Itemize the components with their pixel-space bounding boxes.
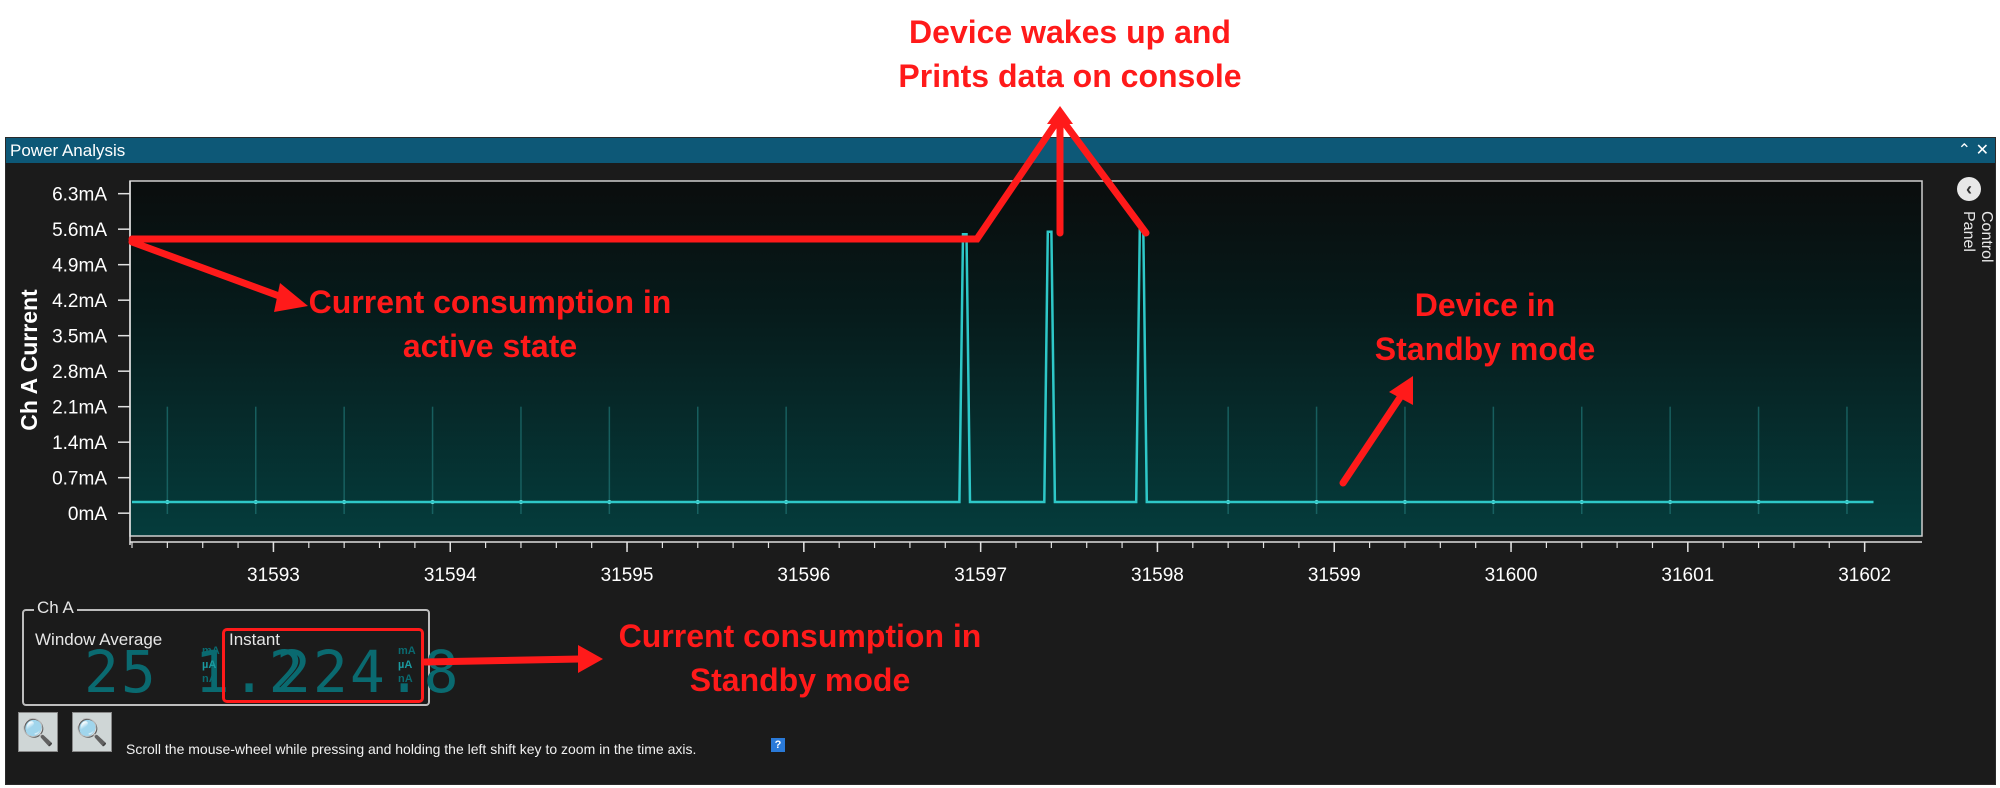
annotation-standby-device: Device in Standby mode xyxy=(1310,283,1660,371)
annotation-active-line2: active state xyxy=(402,328,578,364)
annotation-active-line1: Current consumption in xyxy=(308,284,672,320)
arrowhead-wake xyxy=(1047,106,1073,124)
x-tick-label: 31593 xyxy=(247,565,300,586)
y-tick-label: 5.6mA xyxy=(52,220,107,241)
y-tick-label: 1.4mA xyxy=(52,433,107,454)
annotation-wake: Device wakes up and Prints data on conso… xyxy=(870,10,1270,98)
y-tick-label: 4.9mA xyxy=(52,256,107,277)
x-tick-label: 31599 xyxy=(1308,565,1361,586)
x-tick-label: 31601 xyxy=(1661,565,1714,586)
arrow-standby-current xyxy=(421,655,584,666)
x-tick-label: 31597 xyxy=(954,565,1007,586)
x-tick-label: 31602 xyxy=(1838,565,1891,586)
annotation-standby-current-line2: Standby mode xyxy=(689,662,911,698)
y-tick-label: 0.7mA xyxy=(52,469,107,490)
annotation-standby-device-line2: Standby mode xyxy=(1374,331,1596,367)
x-tick-label: 31598 xyxy=(1131,565,1184,586)
x-tick-label: 31595 xyxy=(601,565,654,586)
annotation-standby-device-line1: Device in xyxy=(1414,287,1556,323)
annotation-standby-current: Current consumption in Standby mode xyxy=(600,614,1000,702)
y-tick-label: 0mA xyxy=(68,504,107,525)
x-tick-label: 31600 xyxy=(1485,565,1538,586)
y-tick-label: 2.1mA xyxy=(52,398,107,419)
x-tick-label: 31594 xyxy=(424,565,477,586)
annotation-active: Current consumption in active state xyxy=(290,280,690,368)
annotation-standby-current-line1: Current consumption in xyxy=(618,618,982,654)
y-tick-label: 2.8mA xyxy=(52,362,107,383)
annotation-wake-line1: Device wakes up and xyxy=(909,14,1231,50)
annotation-wake-line2: Prints data on console xyxy=(898,58,1242,94)
x-tick-label: 31596 xyxy=(777,565,830,586)
y-tick-label: 4.2mA xyxy=(52,291,107,312)
y-tick-label: 3.5mA xyxy=(52,327,107,348)
y-axis-title: Ch A Current xyxy=(16,289,42,431)
y-tick-label: 6.3mA xyxy=(52,185,107,206)
current-chart: 6.3mA 5.6mA 4.9mA 4.2mA 3.5mA 2.8mA 2.1mA 1.4mA… xyxy=(16,106,1923,673)
